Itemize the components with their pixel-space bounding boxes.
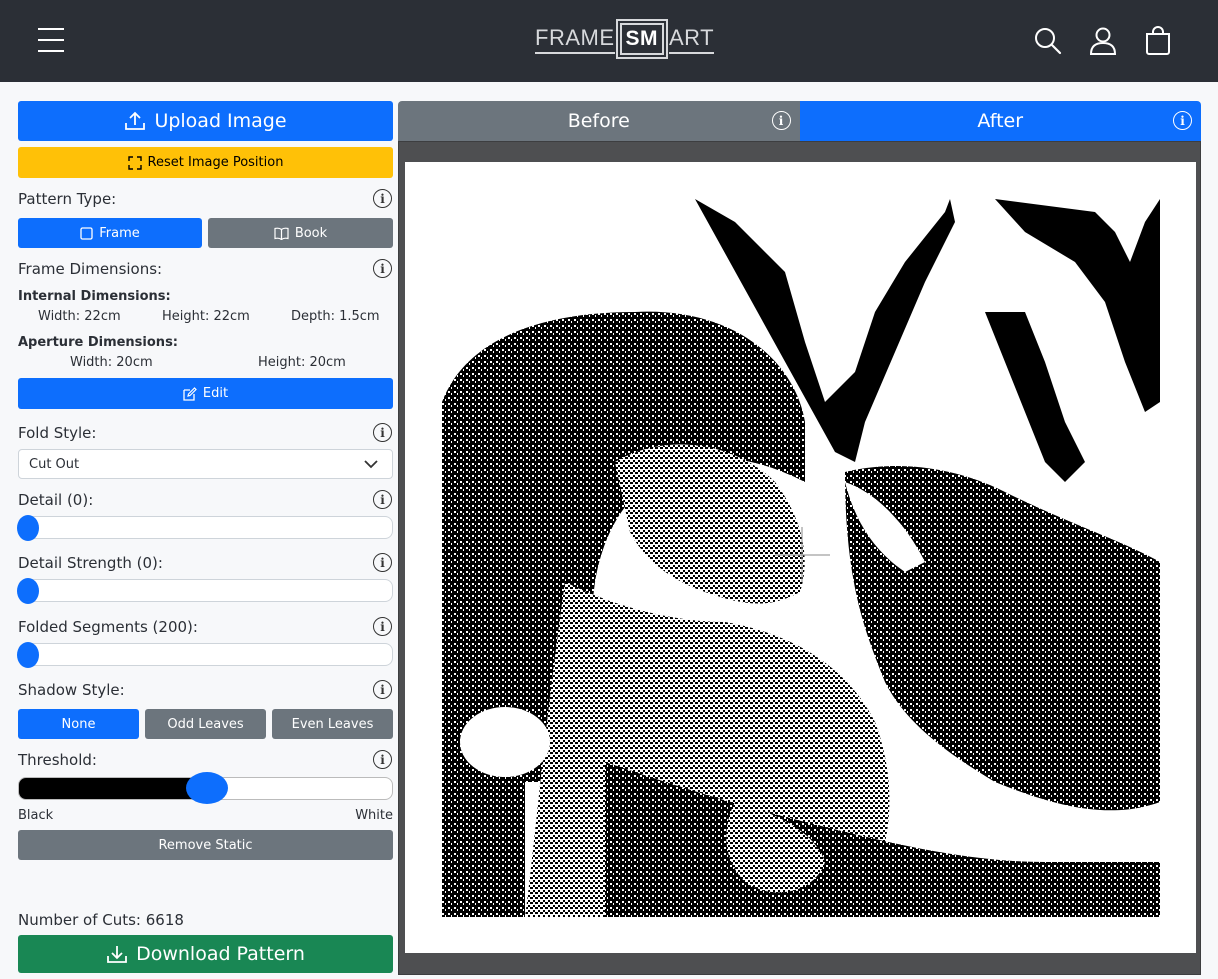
- detail-strength-slider[interactable]: [17, 578, 393, 604]
- number-of-cuts: Number of Cuts: 6618: [18, 911, 184, 929]
- pattern-preview-image: [442, 199, 1160, 917]
- logo-text-right: ART: [669, 25, 715, 54]
- tab-after[interactable]: After i: [799, 101, 1201, 141]
- book-icon: [274, 227, 289, 240]
- internal-width: Width: 22cm: [38, 309, 121, 324]
- aperture-height: Height: 20cm: [258, 355, 346, 370]
- pattern-book-button[interactable]: Book: [208, 218, 393, 248]
- fold-style-info-icon[interactable]: i: [373, 423, 392, 442]
- folded-segments-info-icon[interactable]: i: [373, 617, 392, 636]
- square-icon: [80, 226, 93, 240]
- folded-segments-label: Folded Segments (200):: [18, 618, 198, 636]
- detail-strength-slider-thumb[interactable]: [17, 578, 39, 604]
- internal-depth: Depth: 1.5cm: [291, 309, 380, 324]
- logo-monogram: SM: [615, 19, 668, 59]
- site-logo[interactable]: FRAME SM ART: [535, 18, 715, 60]
- fullscreen-icon: [127, 155, 142, 170]
- reset-image-position-button[interactable]: Reset Image Position: [18, 147, 393, 178]
- account-icon[interactable]: [1087, 25, 1119, 57]
- tab-before[interactable]: Before i: [398, 101, 800, 141]
- folded-segments-slider[interactable]: [17, 642, 393, 668]
- shadow-odd-leaves-button[interactable]: Odd Leaves: [145, 709, 266, 739]
- remove-static-button[interactable]: Remove Static: [18, 830, 393, 860]
- chevron-down-icon: [364, 460, 378, 469]
- pattern-type-label: Pattern Type:: [18, 190, 117, 208]
- shadow-style-info-icon[interactable]: i: [373, 680, 392, 699]
- tab-before-label: Before: [567, 110, 630, 132]
- aperture-dimensions-label: Aperture Dimensions:: [18, 335, 178, 350]
- upload-icon: [125, 111, 146, 130]
- preview-canvas-frame: [398, 141, 1201, 975]
- aperture-width: Width: 20cm: [70, 355, 153, 370]
- download-icon: [107, 946, 127, 963]
- tab-after-label: After: [977, 110, 1024, 132]
- threshold-info-icon[interactable]: i: [373, 750, 392, 769]
- cart-icon[interactable]: [1142, 25, 1174, 57]
- detail-info-icon[interactable]: i: [373, 490, 392, 509]
- upload-image-button[interactable]: Upload Image: [18, 101, 393, 141]
- download-pattern-button[interactable]: Download Pattern: [18, 935, 393, 973]
- edit-dimensions-button[interactable]: Edit: [18, 378, 393, 409]
- detail-label: Detail (0):: [18, 491, 94, 509]
- threshold-max-label: White: [355, 808, 393, 823]
- top-navbar: FRAME SM ART: [0, 0, 1218, 82]
- preview-canvas[interactable]: [405, 162, 1196, 953]
- before-info-icon[interactable]: i: [771, 111, 791, 130]
- frame-dimensions-info-icon[interactable]: i: [373, 259, 392, 278]
- detail-slider[interactable]: [17, 515, 393, 541]
- shadow-style-label: Shadow Style:: [18, 681, 125, 699]
- threshold-slider-thumb[interactable]: [186, 772, 228, 804]
- shadow-even-leaves-button[interactable]: Even Leaves: [272, 709, 393, 739]
- internal-dimensions-label: Internal Dimensions:: [18, 289, 171, 304]
- detail-slider-thumb[interactable]: [17, 515, 39, 541]
- shadow-none-button[interactable]: None: [18, 709, 139, 739]
- detail-strength-info-icon[interactable]: i: [373, 553, 392, 572]
- fold-style-value: Cut Out: [29, 456, 80, 472]
- fold-style-select[interactable]: Cut Out: [18, 449, 393, 479]
- pencil-square-icon: [183, 386, 197, 401]
- folded-segments-slider-thumb[interactable]: [17, 642, 39, 668]
- threshold-label: Threshold:: [18, 751, 97, 769]
- search-icon[interactable]: [1032, 25, 1064, 57]
- threshold-slider[interactable]: [18, 772, 393, 804]
- detail-strength-label: Detail Strength (0):: [18, 554, 163, 572]
- logo-text-left: FRAME: [535, 25, 615, 54]
- internal-height: Height: 22cm: [162, 309, 250, 324]
- fold-style-label: Fold Style:: [18, 424, 97, 442]
- preview-tabs: Before i After i: [398, 101, 1201, 141]
- menu-icon[interactable]: [38, 28, 64, 54]
- threshold-min-label: Black: [18, 808, 54, 823]
- after-info-icon[interactable]: i: [1173, 111, 1192, 130]
- frame-dimensions-label: Frame Dimensions:: [18, 260, 163, 278]
- pattern-type-info-icon[interactable]: i: [373, 189, 392, 208]
- pattern-frame-button[interactable]: Frame: [18, 218, 202, 248]
